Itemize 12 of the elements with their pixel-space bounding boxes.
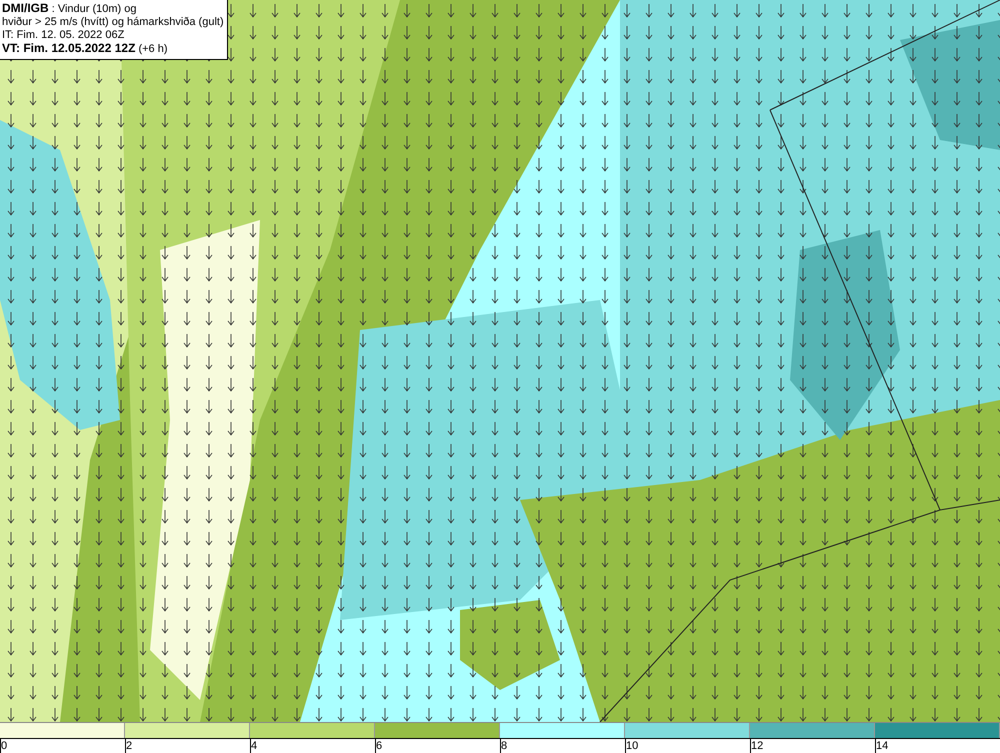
- legend-label: 6: [376, 738, 382, 752]
- legend-label: 14: [876, 738, 888, 752]
- legend-label: 0: [1, 738, 8, 752]
- legend-label: 4: [251, 738, 258, 752]
- legend-label: 12: [751, 738, 764, 752]
- info-text: hviður > 25 m/s (hvítt) og hámarkshviða (gult): [2, 16, 224, 29]
- info-text: DMI/IGB : Vindur (10m) og: [2, 2, 138, 16]
- legend-label: 10: [626, 738, 638, 752]
- info-text: IT: Fim. 12. 05. 2022 06Z: [2, 29, 126, 42]
- legend-label: 2: [126, 738, 132, 752]
- info-text: VT: Fim. 12.05.2022 12Z (+6 h): [2, 42, 169, 56]
- legend-label: 8: [501, 738, 508, 752]
